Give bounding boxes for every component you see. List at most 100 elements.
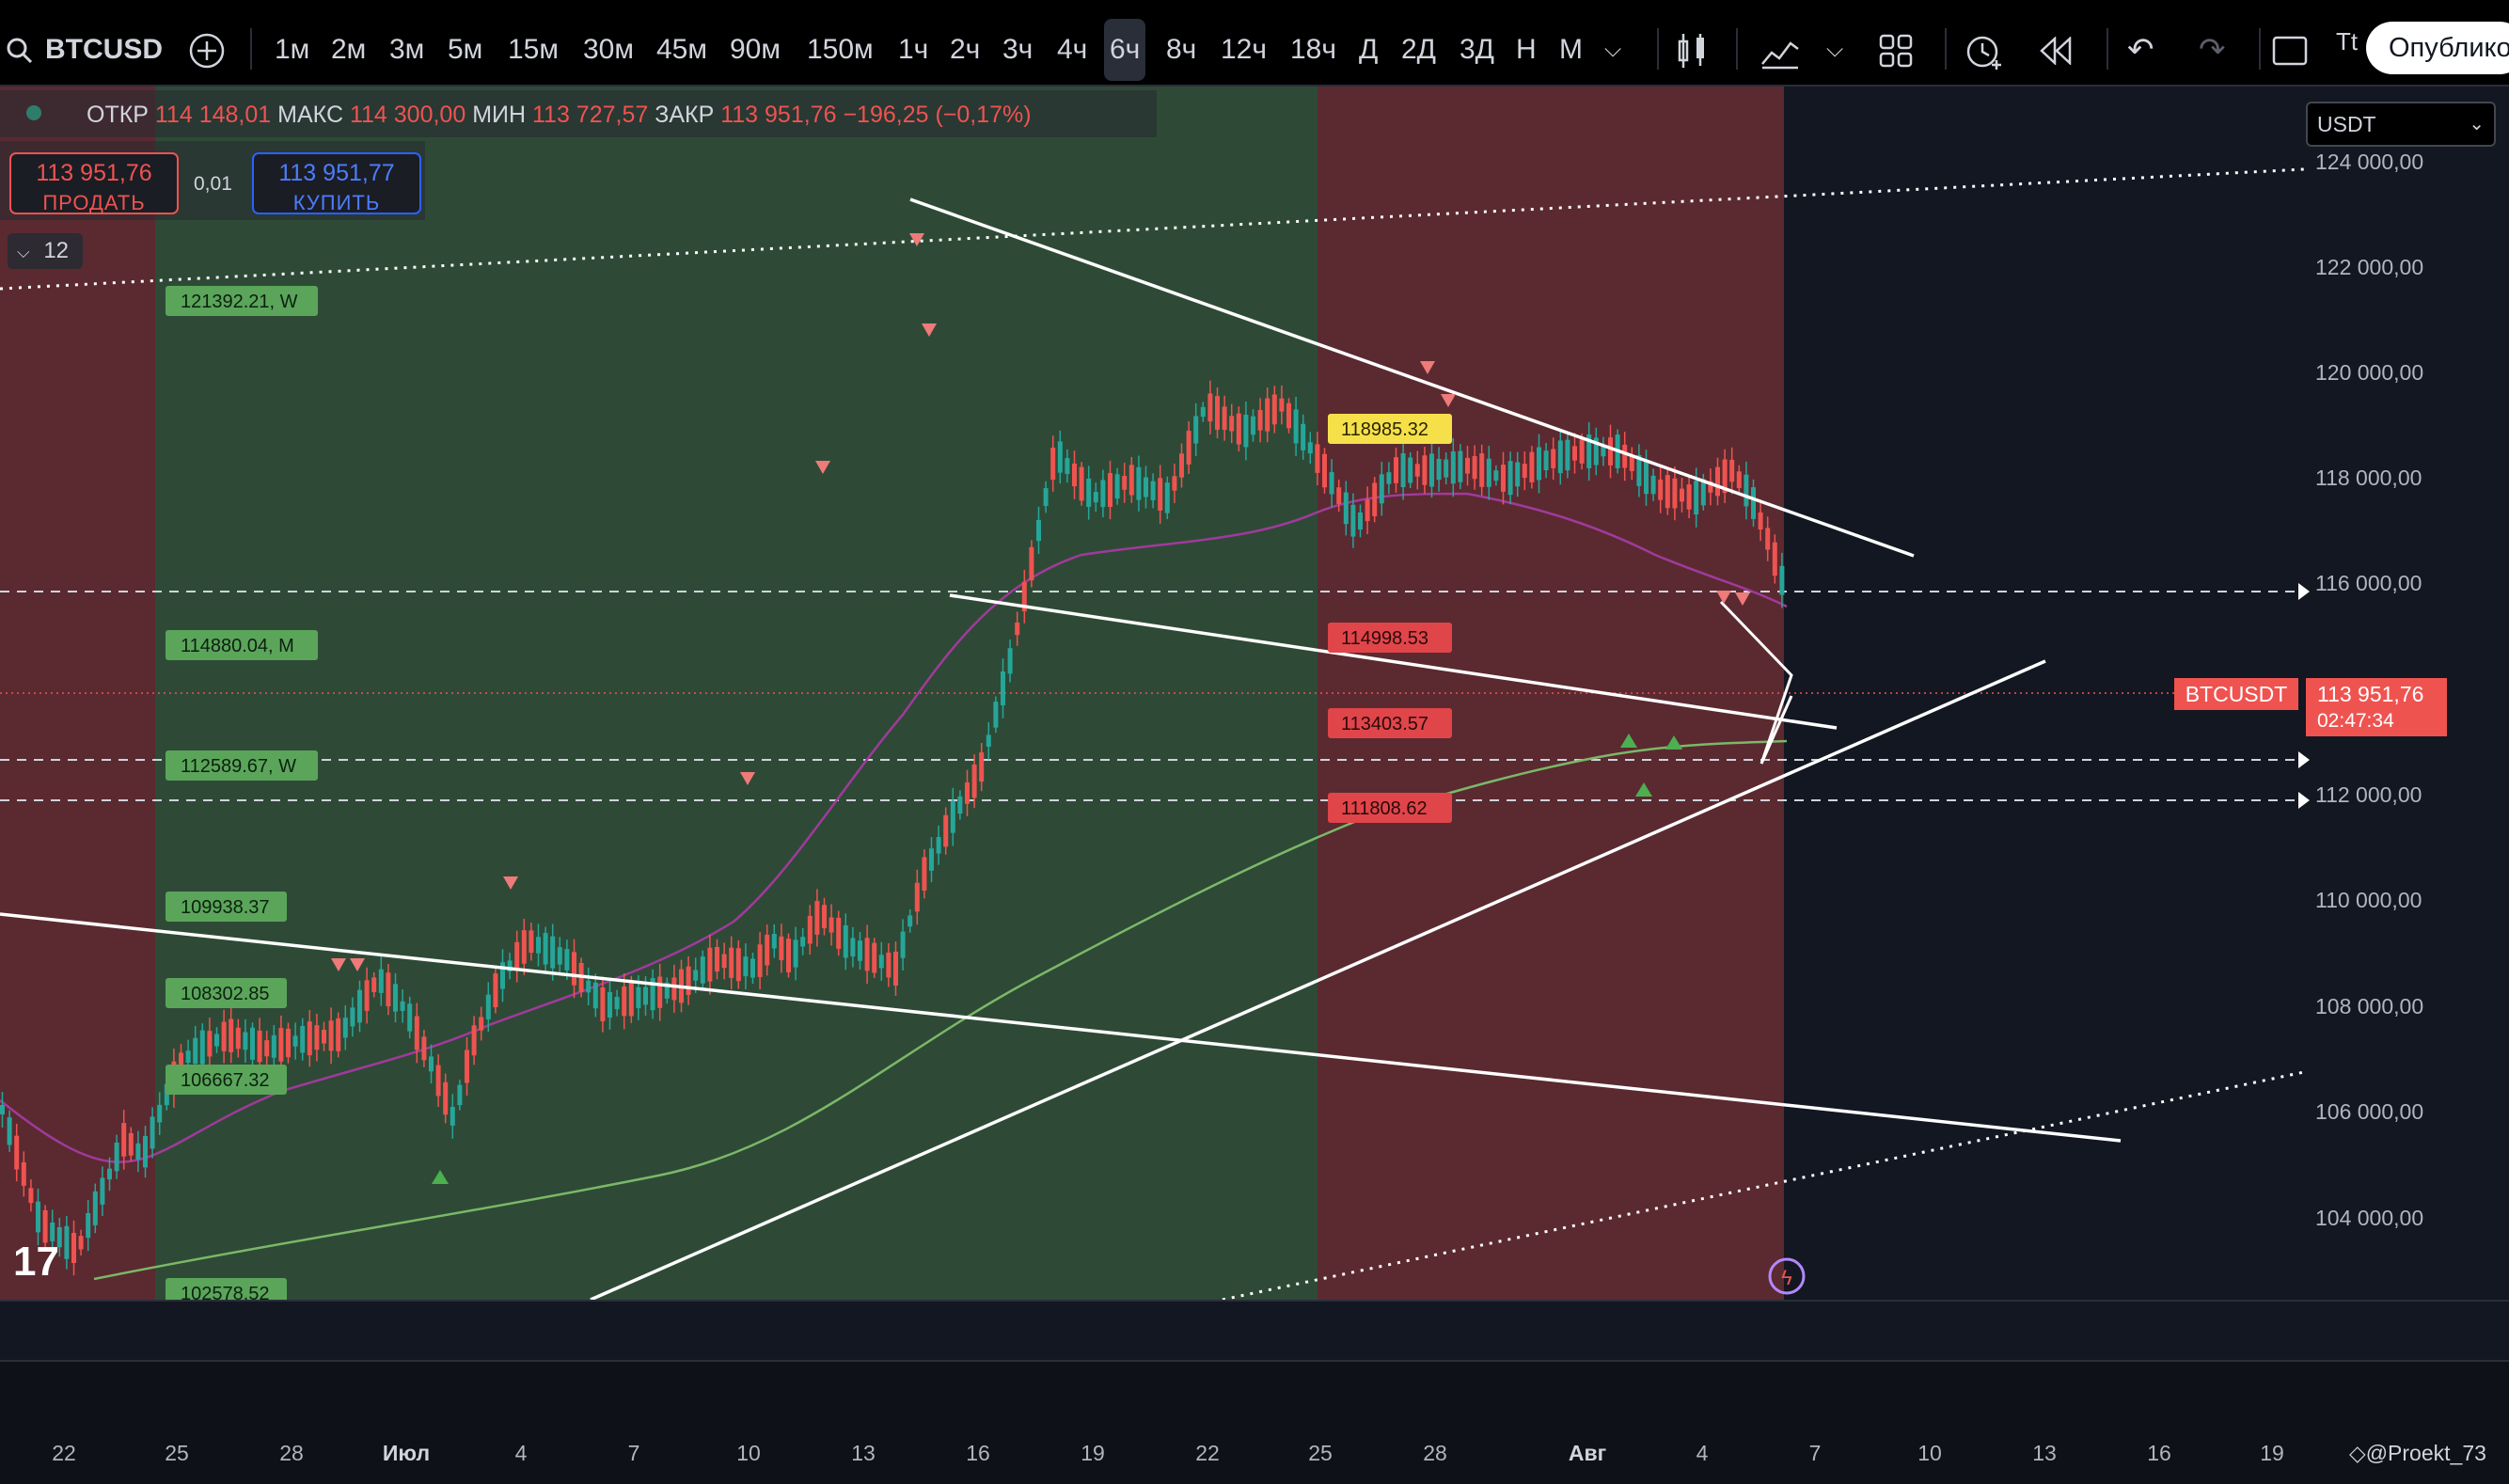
candle-body — [636, 987, 641, 1009]
candle-body — [1551, 449, 1556, 468]
alert-clock-icon[interactable] — [1965, 0, 2003, 87]
candle-body — [886, 952, 892, 978]
candle-body — [457, 1084, 463, 1106]
candle-body — [943, 814, 949, 847]
search-icon[interactable] — [6, 0, 34, 87]
time-axis-label: 10 — [1917, 1441, 1942, 1465]
timeframe-12[interactable]: 4ч — [1051, 0, 1093, 87]
candle-body — [1350, 504, 1356, 537]
timeframe-15[interactable]: 12ч — [1215, 0, 1272, 87]
candle-body — [435, 1065, 441, 1097]
indicators-icon[interactable] — [1760, 0, 1800, 87]
candle-body — [614, 997, 620, 1010]
candle-body — [1444, 459, 1449, 478]
compare-add-icon[interactable] — [188, 0, 226, 87]
candle-body — [100, 1177, 105, 1205]
timeframe-6[interactable]: 45м — [651, 0, 713, 87]
publish-button[interactable]: Опублико — [2366, 22, 2509, 74]
candle-body — [514, 941, 520, 971]
time-axis-strip[interactable] — [0, 1300, 2509, 1360]
candle-body — [657, 976, 663, 1008]
candle-body — [971, 764, 977, 798]
candle-body — [622, 987, 627, 1017]
candle-body — [1736, 471, 1742, 489]
indicators-chevron-icon[interactable]: ⌵ — [1826, 0, 1843, 87]
candle-body — [135, 1143, 141, 1160]
timeframe-14[interactable]: 8ч — [1160, 0, 1202, 87]
candle-body — [1744, 474, 1749, 507]
symbol-name[interactable]: BTCUSD — [45, 0, 163, 87]
timeframe-0[interactable]: 1м — [269, 0, 315, 87]
timeframe-17[interactable]: Д — [1353, 0, 1383, 87]
currency-select[interactable]: USDT ⌄ — [2306, 102, 2496, 147]
timeframe-5[interactable]: 30м — [577, 0, 639, 87]
level-label-red: 111808.62 — [1341, 798, 1428, 819]
bottom-panel — [0, 1360, 2509, 1484]
candle-body — [1672, 478, 1678, 509]
timeframe-4[interactable]: 15м — [502, 0, 564, 87]
candle-body — [1601, 446, 1606, 457]
level-label-green: 102578.52 — [181, 1284, 270, 1300]
candle-body — [1200, 406, 1206, 418]
timeframe-7[interactable]: 90м — [724, 0, 786, 87]
candle-body — [1422, 455, 1428, 485]
axis-arrow-112589 — [2298, 751, 2310, 768]
redo-icon[interactable]: ↷ — [2199, 0, 2226, 87]
candle-body — [257, 1030, 262, 1063]
timeframe-21[interactable]: М — [1554, 0, 1588, 87]
timeframe-1[interactable]: 2м — [325, 0, 371, 87]
price-chart[interactable]: 124 000,00 122 000,00 120 000,00 118 000,00… — [0, 87, 2509, 1300]
candle-body — [1215, 396, 1220, 430]
tradingview-logo-icon: 17 — [13, 1239, 59, 1285]
timeframe-10[interactable]: 2ч — [944, 0, 986, 87]
time-axis-label: 13 — [851, 1441, 876, 1465]
candle-body — [336, 1018, 341, 1051]
candle-body — [779, 936, 784, 961]
fullscreen-icon[interactable] — [2272, 0, 2308, 87]
candle-body — [900, 931, 906, 958]
chevron-down-icon[interactable]: ⌵ — [1604, 0, 1621, 87]
layout-grid-icon[interactable] — [1879, 0, 1913, 87]
candle-body — [1622, 444, 1628, 468]
candle-body — [693, 970, 699, 981]
candle-body — [814, 901, 820, 935]
timeframe-19[interactable]: 3Д — [1454, 0, 1500, 87]
indicators-toggle[interactable]: ⌵ 12 — [8, 233, 83, 269]
candle-body — [378, 969, 384, 993]
timeframe-20[interactable]: Н — [1510, 0, 1542, 87]
replay-icon[interactable] — [2039, 0, 2073, 87]
buy-button[interactable]: 113 951,77 КУПИТЬ — [252, 152, 421, 214]
candle-body — [671, 977, 677, 1001]
candle-body — [71, 1232, 76, 1264]
undo-icon[interactable]: ↶ — [2127, 0, 2154, 87]
timeframe-3[interactable]: 5м — [442, 0, 488, 87]
candle-body — [1450, 451, 1456, 484]
timeframe-11[interactable]: 3ч — [997, 0, 1038, 87]
candle-body — [1537, 447, 1541, 481]
candle-body — [286, 1028, 291, 1058]
timeframe-16[interactable]: 18ч — [1285, 0, 1342, 87]
candle-body — [1207, 393, 1213, 422]
candle-body — [800, 937, 806, 947]
timeframe-9[interactable]: 1ч — [892, 0, 934, 87]
timeframe-13[interactable]: 6ч — [1104, 19, 1146, 81]
candle-body — [550, 936, 556, 969]
candle-body — [1493, 470, 1499, 482]
candle-body — [557, 947, 562, 965]
candle-body — [828, 917, 834, 933]
sell-button[interactable]: 113 951,76 ПРОДАТЬ — [9, 152, 179, 214]
candle-body — [721, 954, 727, 969]
candles-icon[interactable] — [1676, 0, 1708, 87]
candle-body — [592, 982, 598, 1009]
candle-body — [735, 948, 741, 982]
candle-body — [1543, 450, 1549, 470]
candle-body — [300, 1025, 306, 1053]
timeframe-2[interactable]: 3м — [384, 0, 430, 87]
timeframe-8[interactable]: 150м — [801, 0, 879, 87]
candle-body — [250, 1027, 255, 1060]
candle-body — [485, 994, 491, 1019]
candle-body — [1650, 475, 1656, 495]
candle-body — [1779, 565, 1785, 595]
timeframe-18[interactable]: 2Д — [1396, 0, 1442, 87]
candle-body — [843, 925, 848, 958]
